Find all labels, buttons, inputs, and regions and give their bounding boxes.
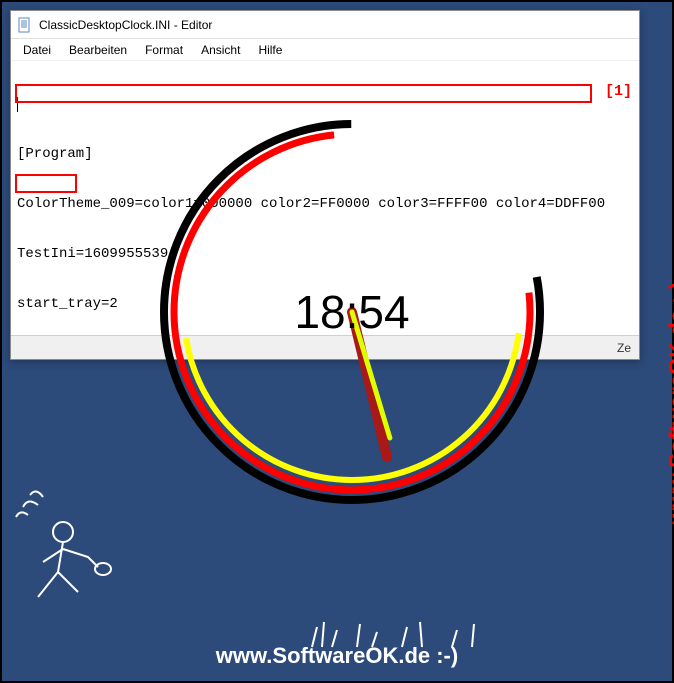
desktop-background: ClassicDesktopClock.INI - Editor Datei B… xyxy=(2,2,672,681)
menu-hilfe[interactable]: Hilfe xyxy=(250,41,290,59)
watermark-bottom: www.SoftwareOK.de :-) xyxy=(216,643,458,669)
editor-line: ColorTheme_009=color1=000000 color2=FF00… xyxy=(17,195,633,213)
menu-datei[interactable]: Datei xyxy=(15,41,59,59)
menubar: Datei Bearbeiten Format Ansicht Hilfe xyxy=(11,39,639,61)
notepad-icon xyxy=(17,17,33,33)
menu-ansicht[interactable]: Ansicht xyxy=(193,41,248,59)
annotation-label-1: [1] xyxy=(605,83,632,100)
notepad-window: ClassicDesktopClock.INI - Editor Datei B… xyxy=(10,10,640,360)
menu-bearbeiten[interactable]: Bearbeiten xyxy=(61,41,135,59)
titlebar[interactable]: ClassicDesktopClock.INI - Editor xyxy=(11,11,639,39)
editor-line: [Program] xyxy=(17,145,633,163)
status-right: Ze xyxy=(617,341,631,355)
window-title: ClassicDesktopClock.INI - Editor xyxy=(39,18,212,32)
doodle-runner xyxy=(8,477,138,637)
editor-line: start_tray=2 xyxy=(17,295,633,313)
highlight-box-colortheme xyxy=(15,84,592,103)
watermark-side: www.SoftwareOK.de :-) xyxy=(664,282,674,524)
highlight-box-cx xyxy=(15,174,77,193)
editor-line: TestIni=1609955539 xyxy=(17,245,633,263)
statusbar: Ze xyxy=(11,335,639,359)
menu-format[interactable]: Format xyxy=(137,41,191,59)
